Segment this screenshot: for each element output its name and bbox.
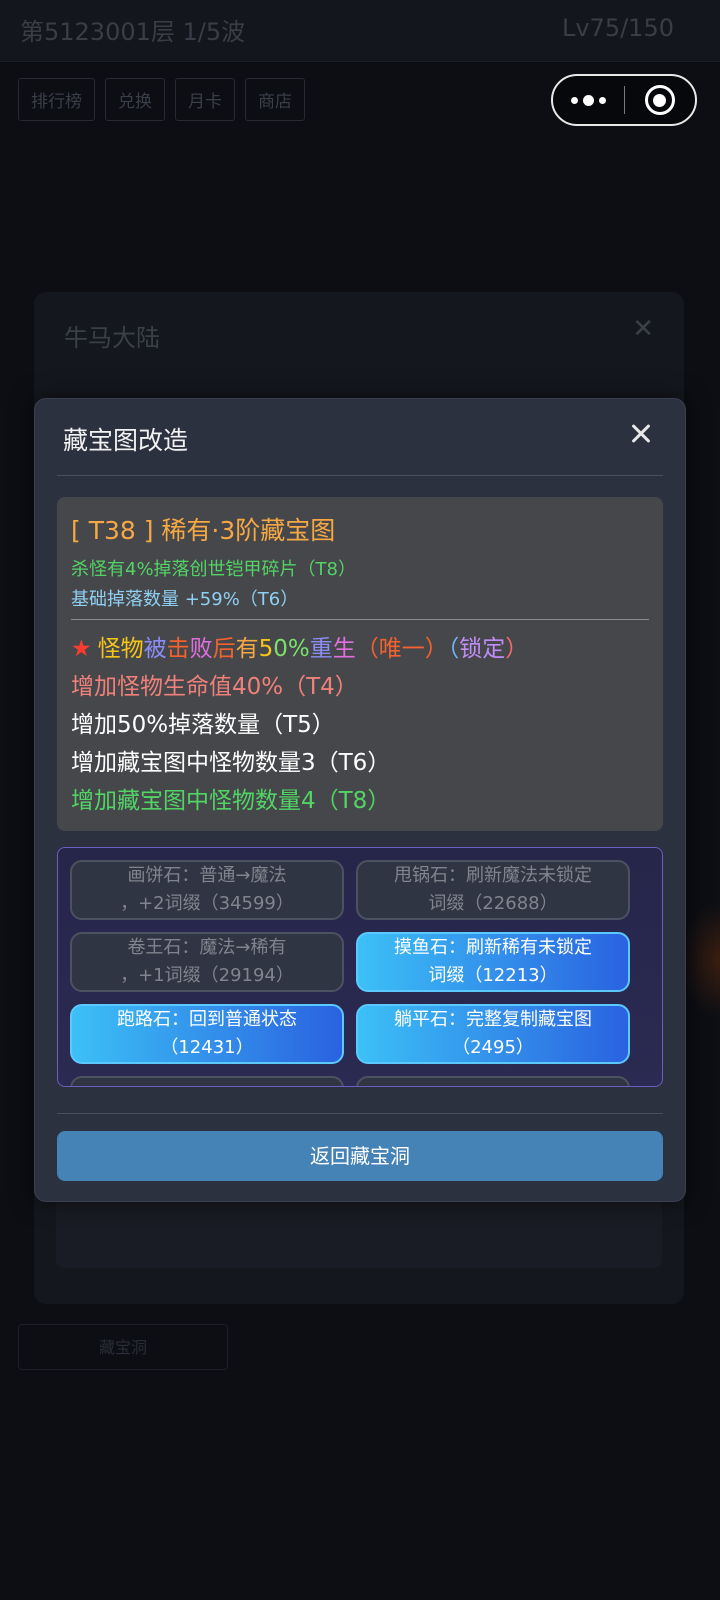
level-indicator: Lv75/150 [561, 14, 674, 42]
stone-label: 甩锅石：刷新魔法未锁定 词缀（22688） [394, 865, 592, 914]
special-affix-segment: （唯一） [355, 636, 448, 662]
stone-button[interactable]: 跑路石：回到普通状态 （12431） [70, 1004, 344, 1064]
background-tabs: 排行榜 兑换 月卡 商店 [18, 78, 305, 121]
affix-line: 增加藏宝图中怪物数量4（T8） [71, 788, 391, 814]
stones-grid: 画饼石：普通→魔法 ，+2词缀（34599） 甩锅石：刷新魔法未锁定 词缀（226… [70, 860, 652, 1086]
stone-label: 画饼石：普通→魔法 ，+2词缀（34599） [120, 865, 294, 914]
stone-button[interactable]: 7选1石：随机锁定1条词 [70, 1076, 344, 1086]
modal-divider [57, 1113, 663, 1114]
affix-line: 增加50%掉落数量（T5） [71, 712, 335, 738]
floor-indicator: 第5123001层 1/5波 [20, 18, 246, 46]
back-to-treasure-cave-button[interactable]: 返回藏宝洞 [57, 1131, 663, 1181]
stone-label: 卷王石：魔法→稀有 ，+1词缀（29194） [120, 937, 294, 986]
stone-button[interactable]: 卷王石：魔法→稀有 ，+1词缀（29194） [70, 932, 344, 992]
base-affix: 基础掉落数量 +59%（T6） [71, 589, 299, 610]
tab-exchange: 兑换 [105, 78, 165, 121]
special-affix-segment: 5 [258, 636, 274, 662]
special-affix-segment: 怪物 [97, 636, 144, 662]
affix-line: 增加怪物生命值40%（T4） [71, 674, 358, 700]
stone-button[interactable]: 甩锅石：刷新魔法未锁定 词缀（22688） [356, 860, 630, 920]
special-affix-segment: 败 [189, 636, 213, 662]
background-bottom-button: 藏宝洞 [18, 1324, 228, 1370]
special-affix-segment: 锁定 [459, 636, 506, 662]
more-options-icon[interactable] [553, 76, 624, 124]
modal-divider [57, 475, 663, 476]
stone-label: 摸鱼石：刷新稀有未锁定 词缀（12213） [394, 937, 592, 986]
special-affix-segment: （ [447, 636, 460, 662]
special-affix-segment: 生 [332, 636, 356, 662]
stones-panel[interactable]: 画饼石：普通→魔法 ，+2词缀（34599） 甩锅石：刷新魔法未锁定 词缀（226… [57, 847, 663, 1087]
background-glow [680, 900, 720, 1020]
stone-label: 跑路石：回到普通状态 （12431） [117, 1009, 297, 1058]
tab-leaderboard: 排行榜 [18, 78, 95, 121]
special-affix-segment: 0% [273, 636, 310, 662]
tab-monthly-card: 月卡 [175, 78, 235, 121]
map-title: [ T38 ] 稀有·3阶藏宝图 [71, 516, 336, 545]
background-close-icon: ✕ [632, 314, 654, 344]
target-icon [644, 85, 675, 115]
affix-divider [71, 619, 649, 620]
stone-button[interactable]: 摸鱼石：刷新稀有未锁定 词缀（12213） [356, 932, 630, 992]
stone-button[interactable]: 你行你来石：稀有+1词缀 [356, 1076, 630, 1086]
stone-label: 躺平石：完整复制藏宝图 （2495） [394, 1009, 592, 1058]
close-icon[interactable] [625, 417, 657, 449]
affix-line: 增加藏宝图中怪物数量3（T6） [71, 750, 391, 776]
special-affix-text: 怪物被击败后有50%重生（唯一）（锁定） [98, 636, 529, 662]
special-affix-segment: 被 [143, 636, 167, 662]
special-affix-segment: ） [505, 636, 529, 662]
miniprogram-close-button[interactable] [625, 76, 696, 124]
base-affix: 杀怪有4%掉落创世铠甲碎片（T8） [71, 559, 357, 580]
miniprogram-capsule [551, 74, 697, 126]
stone-button[interactable]: 躺平石：完整复制藏宝图 （2495） [356, 1004, 630, 1064]
treasure-map-card: [ T38 ] 稀有·3阶藏宝图 杀怪有4%掉落创世铠甲碎片（T8） 基础掉落数… [57, 497, 663, 831]
special-affix-segment: 有 [235, 636, 259, 662]
treasure-map-modal: 藏宝图改造 [ T38 ] 稀有·3阶藏宝图 杀怪有4%掉落创世铠甲碎片（T8）… [34, 398, 686, 1202]
special-affix: ★ 怪物被击败后有50%重生（唯一）（锁定） [71, 629, 528, 663]
special-affix-segment: 后 [212, 636, 236, 662]
special-affix-segment: 击 [166, 636, 190, 662]
tab-shop: 商店 [245, 78, 305, 121]
special-affix-segment: 重 [309, 636, 333, 662]
background-panel-title: 牛马大陆 [64, 324, 160, 352]
modal-title: 藏宝图改造 [63, 426, 189, 455]
game-topbar: 第5123001层 1/5波 Lv75/150 [0, 0, 720, 62]
star-icon: ★ [71, 636, 92, 662]
stone-button[interactable]: 画饼石：普通→魔法 ，+2词缀（34599） [70, 860, 344, 920]
